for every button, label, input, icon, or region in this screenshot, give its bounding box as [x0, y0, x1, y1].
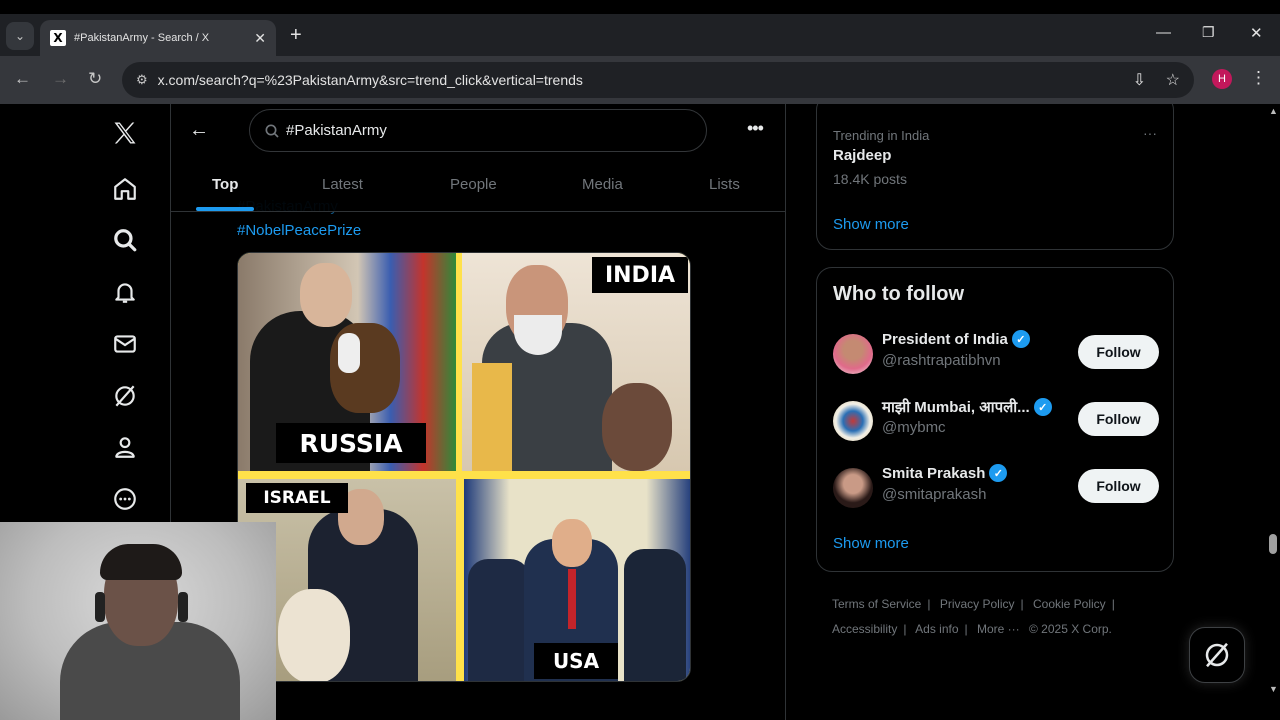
scroll-up-icon[interactable]: ▲ — [1269, 106, 1278, 116]
hashtag-link[interactable]: #NobelPeacePrize — [237, 222, 361, 239]
india-label: INDIA — [592, 257, 688, 293]
avatar[interactable] — [833, 401, 873, 441]
profile-icon[interactable] — [100, 422, 150, 472]
trend-more-icon[interactable]: ··· — [1143, 125, 1157, 141]
verified-badge-icon: ✓ — [1011, 330, 1030, 348]
address-bar-row: ← → ↻ ⚙ x.com/search?q=%23PakistanArmy&s… — [0, 56, 1280, 104]
site-info-icon[interactable]: ⚙ — [136, 72, 148, 88]
footer-links: Terms of Service | Privacy Policy | Cookie… — [832, 597, 1115, 636]
tab-latest[interactable]: Latest — [322, 176, 363, 193]
x-logo-icon[interactable] — [100, 108, 150, 158]
restore-icon[interactable]: ❐ — [1202, 24, 1215, 41]
trend-topic[interactable]: Rajdeep — [833, 147, 891, 164]
url-text[interactable]: x.com/search?q=%23PakistanArmy&src=trend… — [158, 72, 583, 88]
page-scrollbar[interactable]: ▲ ▼ — [1266, 104, 1280, 720]
follow-suggestion[interactable]: माझी Mumbai, आपली... ✓ @mybmc Follow — [833, 397, 1159, 445]
israel-label: ISRAEL — [246, 483, 348, 513]
verified-badge-icon: ✓ — [989, 464, 1008, 482]
verified-badge-icon: ✓ — [1033, 398, 1052, 416]
tab-search-button[interactable]: ⌄ — [6, 22, 34, 50]
who-to-follow-card: Who to follow President of India ✓ @rasht… — [816, 267, 1174, 572]
browser-tab[interactable]: X #PakistanArmy - Search / X ✕ — [40, 20, 276, 56]
footer-link[interactable]: Accessibility — [832, 622, 897, 636]
footer-link[interactable]: Privacy Policy — [940, 597, 1015, 611]
russia-label: RUSSIA — [276, 423, 426, 463]
account-name[interactable]: माझी Mumbai, आपली... — [882, 397, 1030, 417]
account-name[interactable]: President of India — [882, 331, 1008, 348]
close-window-icon[interactable]: ✕ — [1250, 24, 1263, 42]
who-to-follow-title: Who to follow — [833, 283, 965, 305]
follow-button[interactable]: Follow — [1078, 402, 1159, 436]
more-options-icon[interactable]: ••• — [747, 118, 764, 139]
scroll-down-icon[interactable]: ▼ — [1269, 684, 1278, 694]
copyright: © 2025 X Corp. — [1029, 622, 1112, 636]
follow-suggestion[interactable]: Smita Prakash ✓ @smitaprakash Follow — [833, 464, 1159, 512]
tab-lists[interactable]: Lists — [709, 176, 740, 193]
home-icon[interactable] — [100, 164, 150, 214]
follow-suggestion[interactable]: President of India ✓ @rashtrapatibhvn Fol… — [833, 330, 1159, 378]
avatar[interactable] — [833, 334, 873, 374]
grok-icon[interactable] — [100, 371, 150, 421]
avatar[interactable] — [833, 468, 873, 508]
tab-media[interactable]: Media — [582, 176, 623, 193]
footer-link[interactable]: More ··· — [977, 622, 1020, 636]
trend-context: Trending in India — [833, 128, 930, 143]
india-photo: INDIA — [462, 253, 690, 471]
trends-show-more-link[interactable]: Show more — [833, 216, 909, 233]
messages-icon[interactable] — [100, 319, 150, 369]
trending-card: Trending in India ··· Rajdeep 18.4K post… — [816, 104, 1174, 250]
browser-menu-icon[interactable]: ⋮ — [1250, 68, 1267, 88]
follow-button[interactable]: Follow — [1078, 469, 1159, 503]
footer-link[interactable]: Terms of Service — [832, 597, 921, 611]
usa-label: USA — [534, 643, 618, 679]
notifications-icon[interactable] — [100, 267, 150, 317]
reload-icon[interactable]: ↻ — [88, 69, 102, 89]
russia-photo: RUSSIA — [238, 253, 456, 471]
back-icon[interactable]: ← — [14, 69, 31, 89]
scrollbar-thumb[interactable] — [1269, 534, 1277, 554]
search-icon — [265, 124, 279, 138]
trend-posts: 18.4K posts — [833, 171, 907, 187]
account-handle[interactable]: @mybmc — [882, 419, 946, 436]
search-query[interactable]: #PakistanArmy — [286, 122, 387, 139]
window-top-edge — [0, 0, 1280, 14]
usa-photo: USA — [464, 479, 690, 681]
x-favicon-icon: X — [50, 30, 66, 46]
profile-avatar[interactable]: H — [1212, 69, 1232, 89]
tab-close-icon[interactable]: ✕ — [254, 30, 266, 47]
follow-button[interactable]: Follow — [1078, 335, 1159, 369]
omnibox[interactable]: ⚙ x.com/search?q=%23PakistanArmy&src=tre… — [122, 62, 1194, 98]
active-tab-indicator — [196, 207, 254, 211]
explore-icon[interactable] — [100, 215, 150, 265]
who-to-follow-show-more-link[interactable]: Show more — [833, 535, 909, 552]
forward-icon[interactable]: → — [52, 69, 69, 89]
grok-floating-button[interactable] — [1189, 627, 1245, 683]
account-handle[interactable]: @rashtrapatibhvn — [882, 352, 1001, 369]
bookmark-star-icon[interactable]: ☆ — [1166, 70, 1180, 90]
account-handle[interactable]: @smitaprakash — [882, 486, 986, 503]
tab-people[interactable]: People — [450, 176, 497, 193]
install-app-icon[interactable]: ⇩ — [1133, 70, 1146, 90]
account-name[interactable]: Smita Prakash — [882, 465, 985, 482]
footer-link[interactable]: Cookie Policy — [1033, 597, 1106, 611]
more-icon[interactable] — [100, 474, 150, 524]
tab-strip: ⌄ X #PakistanArmy - Search / X ✕ + — ❐ ✕ — [0, 14, 1280, 56]
minimize-icon[interactable]: — — [1156, 24, 1171, 41]
search-input[interactable]: #PakistanArmy — [249, 109, 707, 152]
tab-title: #PakistanArmy - Search / X — [74, 32, 210, 44]
column-divider-right — [785, 104, 786, 720]
search-header: ← #PakistanArmy ••• Top Latest People Me… — [171, 104, 785, 212]
footer-link[interactable]: Ads info — [915, 622, 958, 636]
back-arrow-icon[interactable]: ← — [189, 119, 209, 142]
new-tab-icon[interactable]: + — [290, 24, 302, 47]
webcam-overlay — [0, 522, 276, 720]
tab-top[interactable]: Top — [212, 176, 238, 193]
grok-icon — [1205, 642, 1229, 668]
search-tabs: Top Latest People Media Lists — [171, 164, 785, 212]
tweet-image[interactable]: RUSSIA INDIA ISRAEL USA — [237, 252, 691, 682]
